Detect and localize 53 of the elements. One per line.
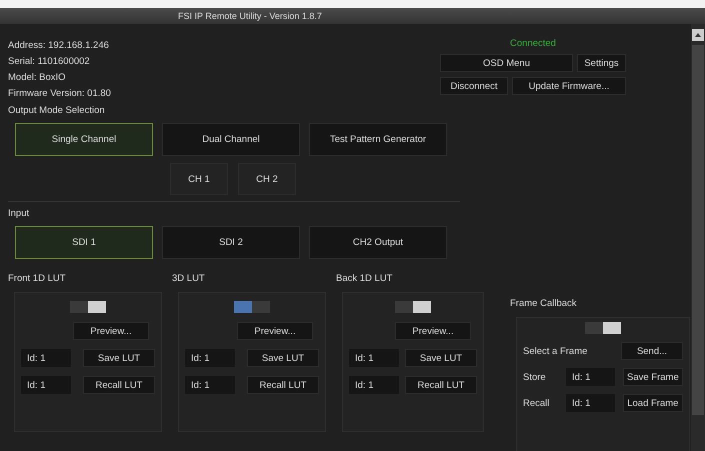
frame-button[interactable]: Save Frame bbox=[622, 368, 683, 386]
scroll-up-icon[interactable] bbox=[692, 29, 704, 41]
mode-button[interactable]: Single Channel bbox=[15, 123, 153, 156]
id-spinbox[interactable]: Id: 1 bbox=[185, 376, 235, 394]
lut-button[interactable]: Save LUT bbox=[83, 349, 155, 367]
frame-callback-title: Frame Callback bbox=[510, 298, 578, 309]
select-frame-label: Select a Frame bbox=[523, 346, 588, 356]
input-button[interactable]: SDI 1 bbox=[15, 226, 153, 259]
lut-button[interactable]: Recall LUT bbox=[83, 376, 155, 394]
device-info: Firmware Version: 01.80 bbox=[8, 88, 112, 99]
id-spinbox[interactable]: Id: 1 bbox=[566, 394, 615, 412]
scrollbar-thumb[interactable] bbox=[692, 45, 704, 415]
lut-title: Front 1D LUT bbox=[8, 273, 67, 284]
connection-status: Connected bbox=[510, 38, 556, 49]
lut-button[interactable]: Save LUT bbox=[405, 349, 477, 367]
id-spinbox[interactable]: Id: 1 bbox=[185, 349, 235, 367]
toggle-switch[interactable] bbox=[234, 301, 270, 313]
preview-button[interactable]: Preview... bbox=[395, 322, 471, 340]
channel-button[interactable]: CH 1 bbox=[170, 163, 228, 195]
toolbar-button[interactable]: Settings bbox=[577, 54, 626, 72]
toolbar-button[interactable]: Update Firmware... bbox=[512, 77, 626, 95]
toggle-switch[interactable] bbox=[395, 301, 431, 313]
id-spinbox[interactable]: Id: 1 bbox=[349, 349, 399, 367]
mode-button[interactable]: Test Pattern Generator bbox=[309, 123, 447, 156]
lut-button[interactable]: Recall LUT bbox=[247, 376, 319, 394]
mode-button[interactable]: Dual Channel bbox=[162, 123, 300, 156]
device-info: Serial: 1101600002 bbox=[8, 56, 91, 67]
frame-row-label: Store bbox=[523, 372, 547, 382]
toggle-switch[interactable] bbox=[585, 322, 621, 334]
send-button[interactable]: Send... bbox=[621, 342, 683, 360]
frame-button[interactable]: Load Frame bbox=[622, 394, 683, 412]
id-spinbox[interactable]: Id: 1 bbox=[566, 368, 615, 386]
lut-button[interactable]: Recall LUT bbox=[405, 376, 477, 394]
lut-title: 3D LUT bbox=[172, 273, 206, 284]
input-button[interactable]: SDI 2 bbox=[162, 226, 300, 259]
input-button[interactable]: CH2 Output bbox=[309, 226, 447, 259]
id-spinbox[interactable]: Id: 1 bbox=[21, 376, 71, 394]
lut-title: Back 1D LUT bbox=[336, 273, 394, 284]
id-spinbox[interactable]: Id: 1 bbox=[21, 349, 71, 367]
section-label: Output Mode Selection bbox=[8, 105, 106, 116]
preview-button[interactable]: Preview... bbox=[73, 322, 149, 340]
lut-button[interactable]: Save LUT bbox=[247, 349, 319, 367]
toolbar-button[interactable]: Disconnect bbox=[440, 77, 508, 95]
id-spinbox[interactable]: Id: 1 bbox=[349, 376, 399, 394]
toolbar-button[interactable]: OSD Menu bbox=[440, 54, 573, 72]
toggle-switch[interactable] bbox=[70, 301, 106, 313]
section-label: Input bbox=[8, 208, 30, 219]
window-title: FSI IP Remote Utility - Version 1.8.7 bbox=[178, 11, 322, 21]
device-info: Address: 192.168.1.246 bbox=[8, 40, 110, 51]
device-info: Model: BoxIO bbox=[8, 72, 67, 83]
channel-button[interactable]: CH 2 bbox=[238, 163, 296, 195]
preview-button[interactable]: Preview... bbox=[237, 322, 313, 340]
frame-row-label: Recall bbox=[523, 398, 550, 408]
